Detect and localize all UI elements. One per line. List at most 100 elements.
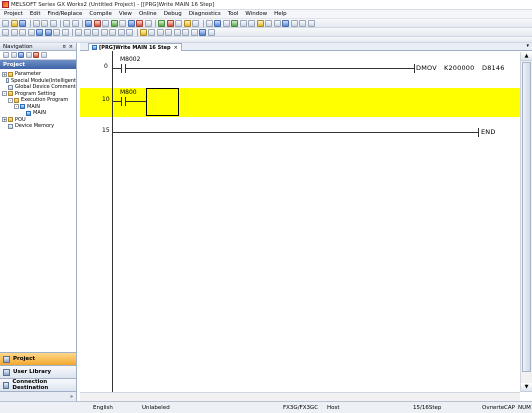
nav-tab-project[interactable]: Project xyxy=(0,352,76,365)
falling-pulse-icon[interactable] xyxy=(83,28,91,36)
copy-icon[interactable] xyxy=(41,19,48,27)
statement-edit-icon[interactable] xyxy=(148,28,155,36)
save-icon[interactable] xyxy=(19,19,26,27)
menu-help[interactable]: Help xyxy=(274,11,287,17)
close-icon[interactable]: × xyxy=(174,45,178,51)
open-project-icon[interactable] xyxy=(10,19,18,27)
note-icon[interactable] xyxy=(256,19,264,27)
menu-diagnostics[interactable]: Diagnostics xyxy=(189,11,221,17)
comment-icon[interactable] xyxy=(239,19,247,27)
menu-edit[interactable]: Edit xyxy=(30,11,41,17)
scroll-up-icon[interactable]: ▲ xyxy=(521,52,532,61)
close-contact-parallel-icon[interactable] xyxy=(27,28,35,36)
application-instruction-icon[interactable] xyxy=(44,28,52,36)
compile-icon[interactable] xyxy=(110,19,118,27)
expand-icon[interactable]: + xyxy=(2,71,7,77)
nav-tab-user-library[interactable]: User Library xyxy=(0,365,76,378)
list-view-icon[interactable] xyxy=(10,52,17,58)
more-ladder-icon[interactable] xyxy=(207,28,215,36)
menu-window[interactable]: Window xyxy=(245,11,267,17)
expand-icon[interactable]: + xyxy=(2,117,7,123)
paste-icon[interactable] xyxy=(49,19,57,27)
tree-item-global-device-comment[interactable]: Global Device Comment xyxy=(0,84,76,91)
read-plc-icon[interactable] xyxy=(127,19,135,27)
verify-icon[interactable] xyxy=(144,19,152,27)
monitor-write-icon[interactable] xyxy=(175,19,182,27)
find-icon[interactable] xyxy=(85,19,92,27)
menu-compile[interactable]: Compile xyxy=(89,11,112,17)
close-contact-icon[interactable] xyxy=(19,28,26,36)
window-tile-icon[interactable] xyxy=(299,19,306,27)
menu-view[interactable]: View xyxy=(119,11,132,17)
operation-result-icon[interactable] xyxy=(109,28,116,36)
collapse-icon[interactable]: - xyxy=(8,97,13,103)
menu-find-replace[interactable]: Find/Replace xyxy=(47,11,82,17)
property-icon[interactable] xyxy=(25,52,32,58)
delete-icon[interactable] xyxy=(93,19,101,27)
ladder-symbol-icon[interactable] xyxy=(199,28,206,36)
end-instruction[interactable]: END xyxy=(481,128,496,136)
read-mode-icon[interactable] xyxy=(214,19,221,27)
sort-icon[interactable] xyxy=(40,52,47,58)
nav-tab-connection-destination[interactable]: Connection Destination xyxy=(0,378,76,391)
rising-pulse-icon[interactable] xyxy=(75,28,82,36)
monitor-stop-icon[interactable] xyxy=(166,19,174,27)
menu-tool[interactable]: Tool xyxy=(228,11,239,17)
monitor-start-icon[interactable] xyxy=(158,19,165,27)
open-contact-icon[interactable] xyxy=(2,28,9,36)
tree-item-device-memory[interactable]: Device Memory xyxy=(0,123,76,130)
falling-pulse-parallel-icon[interactable] xyxy=(100,28,108,36)
coil-icon[interactable] xyxy=(36,28,43,36)
insert-row-icon[interactable] xyxy=(165,28,172,36)
replace-icon[interactable] xyxy=(102,19,109,27)
vertical-scrollbar[interactable]: ▲ ▼ xyxy=(520,52,532,392)
instruction-arg-2[interactable]: D8146 xyxy=(482,64,505,72)
vertical-line-icon[interactable] xyxy=(61,28,69,36)
close-icon[interactable]: × xyxy=(69,44,73,50)
tree-item-special-module[interactable]: Special Module(Intelligent xyxy=(0,78,76,85)
monitor-mode-icon[interactable] xyxy=(231,19,238,27)
write-mode-icon[interactable] xyxy=(222,19,230,27)
horizontal-scrollbar[interactable] xyxy=(80,392,520,401)
instruction-name[interactable]: DMOV xyxy=(416,64,437,72)
tree-item-execution-program[interactable]: - Execution Program xyxy=(0,97,76,104)
undo-icon[interactable] xyxy=(63,19,70,27)
cross-reference-icon[interactable] xyxy=(273,19,281,27)
collapse-icon[interactable]: - xyxy=(14,104,19,110)
overflow-arrow-icon[interactable]: » xyxy=(70,394,73,400)
device-comment-icon[interactable] xyxy=(139,28,147,36)
cut-icon[interactable] xyxy=(32,19,40,27)
new-project-icon[interactable] xyxy=(2,19,9,27)
menu-online[interactable]: Online xyxy=(139,11,157,17)
new-data-icon[interactable] xyxy=(18,52,24,58)
help-icon[interactable] xyxy=(307,19,315,27)
tree-view-icon[interactable] xyxy=(3,52,9,58)
collapse-icon[interactable]: - xyxy=(2,91,7,97)
open-contact-left[interactable] xyxy=(121,64,122,73)
ladder-canvas[interactable]: 0 M8002 DMOV K200000 D8146 10 M800 15 EN… xyxy=(80,51,520,401)
menu-project[interactable]: Project xyxy=(4,11,23,17)
device-icon[interactable] xyxy=(119,19,126,27)
zoom-icon[interactable] xyxy=(265,19,272,27)
window-cascade-icon[interactable] xyxy=(290,19,298,27)
note-edit-icon[interactable] xyxy=(156,28,164,36)
delete-row-icon[interactable] xyxy=(173,28,181,36)
horizontal-line-icon[interactable] xyxy=(53,28,60,36)
invert-icon[interactable] xyxy=(117,28,125,36)
insert-column-icon[interactable] xyxy=(182,28,189,36)
nav-tab-overflow[interactable]: » xyxy=(0,391,76,401)
edit-cursor[interactable] xyxy=(146,88,179,116)
delete-column-icon[interactable] xyxy=(190,28,198,36)
simulation-icon[interactable] xyxy=(192,19,199,27)
rising-pulse-parallel-icon[interactable] xyxy=(92,28,99,36)
scroll-thumb[interactable] xyxy=(522,62,531,372)
delete-data-icon[interactable] xyxy=(33,52,39,58)
write-plc-icon[interactable] xyxy=(136,19,143,27)
device-list-icon[interactable] xyxy=(282,19,289,27)
tab-prg-write-main[interactable]: [PRG]Write MAIN 16 Step × xyxy=(88,43,182,51)
pin-icon[interactable]: ¤ xyxy=(63,44,66,50)
statement-icon[interactable] xyxy=(248,19,255,27)
instruction-arg-1[interactable]: K200000 xyxy=(444,64,474,72)
redo-icon[interactable] xyxy=(71,19,79,27)
scroll-down-icon[interactable]: ▼ xyxy=(521,383,532,392)
